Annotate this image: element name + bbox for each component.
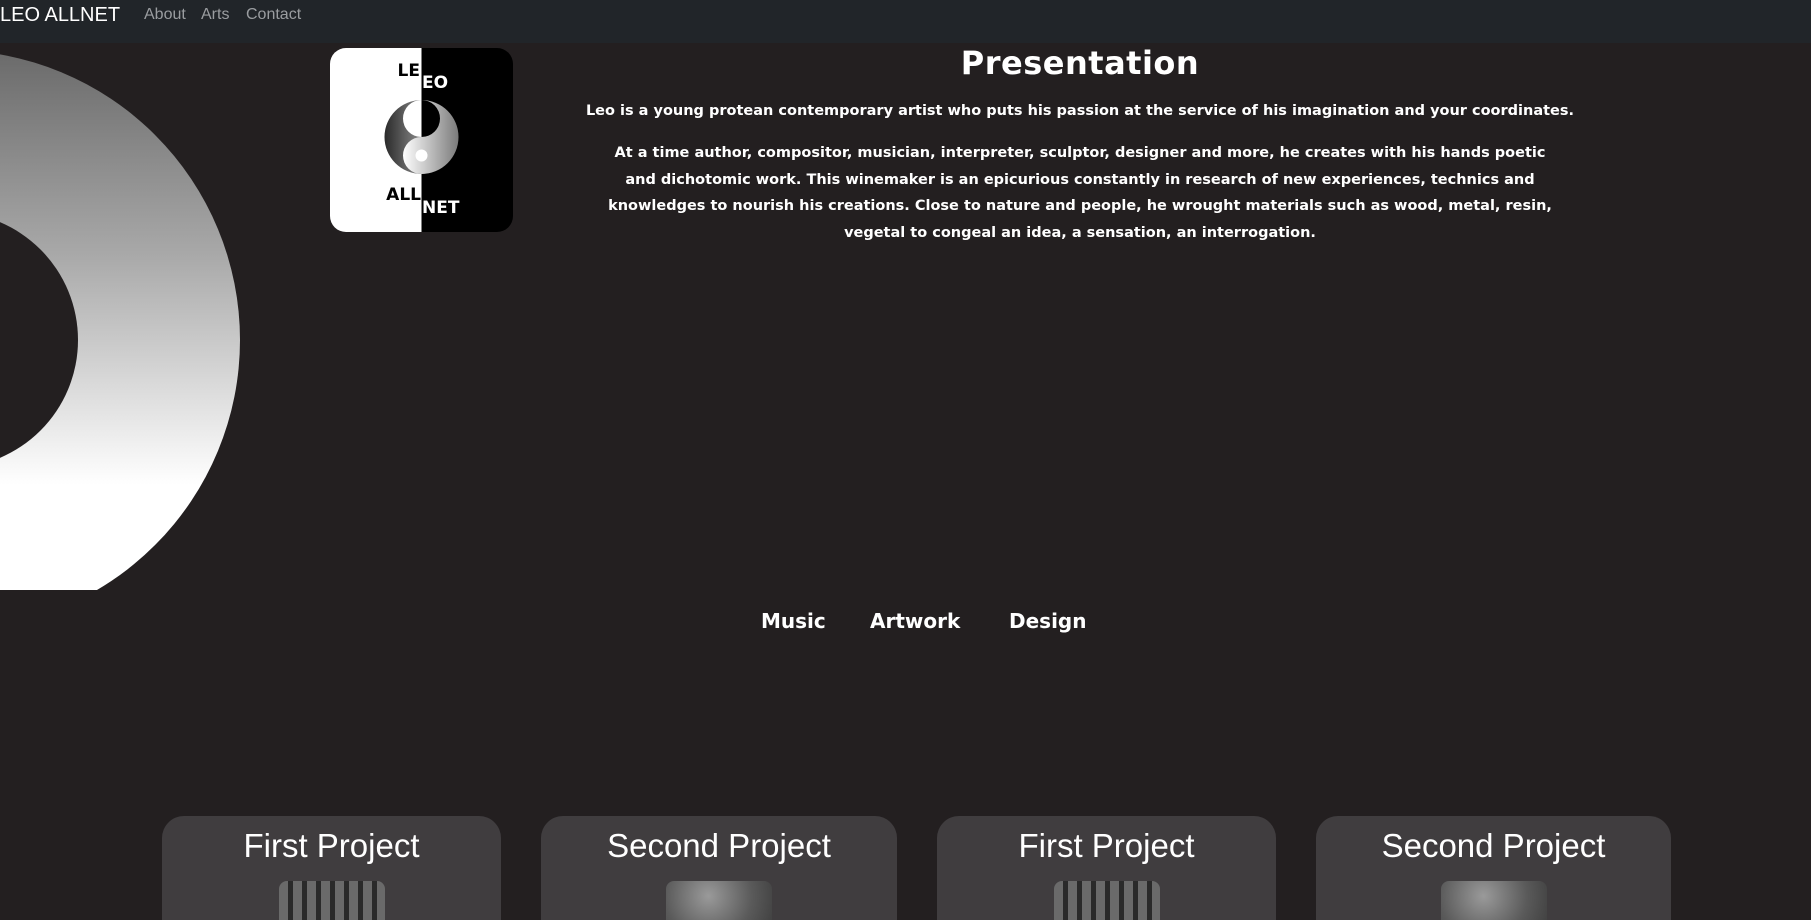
project-thumbnail[interactable] bbox=[666, 881, 772, 920]
project-thumbnail[interactable] bbox=[278, 881, 385, 920]
logo-text-top-left: LE bbox=[398, 61, 420, 81]
nav-link-about[interactable]: About bbox=[144, 6, 186, 24]
decorative-swirl-graphic bbox=[0, 43, 250, 590]
filter-music[interactable]: Music bbox=[761, 609, 826, 633]
filter-artwork[interactable]: Artwork bbox=[870, 609, 960, 633]
filter-design[interactable]: Design bbox=[1009, 609, 1086, 633]
project-title: Second Project bbox=[1381, 827, 1606, 864]
project-thumbnail[interactable] bbox=[1440, 881, 1547, 920]
project-thumbnail[interactable] bbox=[1053, 881, 1160, 920]
logo-text-bottom-left: ALL bbox=[386, 185, 421, 205]
navbar: LEO ALLNET About Arts Contact bbox=[0, 0, 1811, 43]
presentation-body: At a time author, compositor, musician, … bbox=[608, 145, 1552, 241]
logo-text-bottom-right: NET bbox=[422, 198, 460, 218]
project-title: First Project bbox=[1018, 827, 1195, 864]
nav-link-arts[interactable]: Arts bbox=[201, 6, 229, 24]
artist-logo: LE EO ALL NET bbox=[330, 48, 513, 232]
presentation-intro: Leo is a young protean contemporary arti… bbox=[585, 103, 1575, 119]
presentation-title: Presentation bbox=[960, 44, 1200, 82]
nav-link-contact[interactable]: Contact bbox=[246, 6, 301, 24]
project-card[interactable]: First Project bbox=[162, 816, 501, 920]
project-card[interactable]: Second Project bbox=[541, 816, 897, 920]
project-card[interactable]: First Project bbox=[937, 816, 1276, 920]
project-title: Second Project bbox=[607, 827, 831, 864]
presentation-section: Presentation Leo is a young protean cont… bbox=[560, 40, 1600, 246]
logo-text-top-right: EO bbox=[422, 73, 448, 93]
project-title: First Project bbox=[243, 827, 420, 864]
project-card[interactable]: Second Project bbox=[1316, 816, 1671, 920]
brand-link[interactable]: LEO ALLNET bbox=[0, 4, 120, 27]
